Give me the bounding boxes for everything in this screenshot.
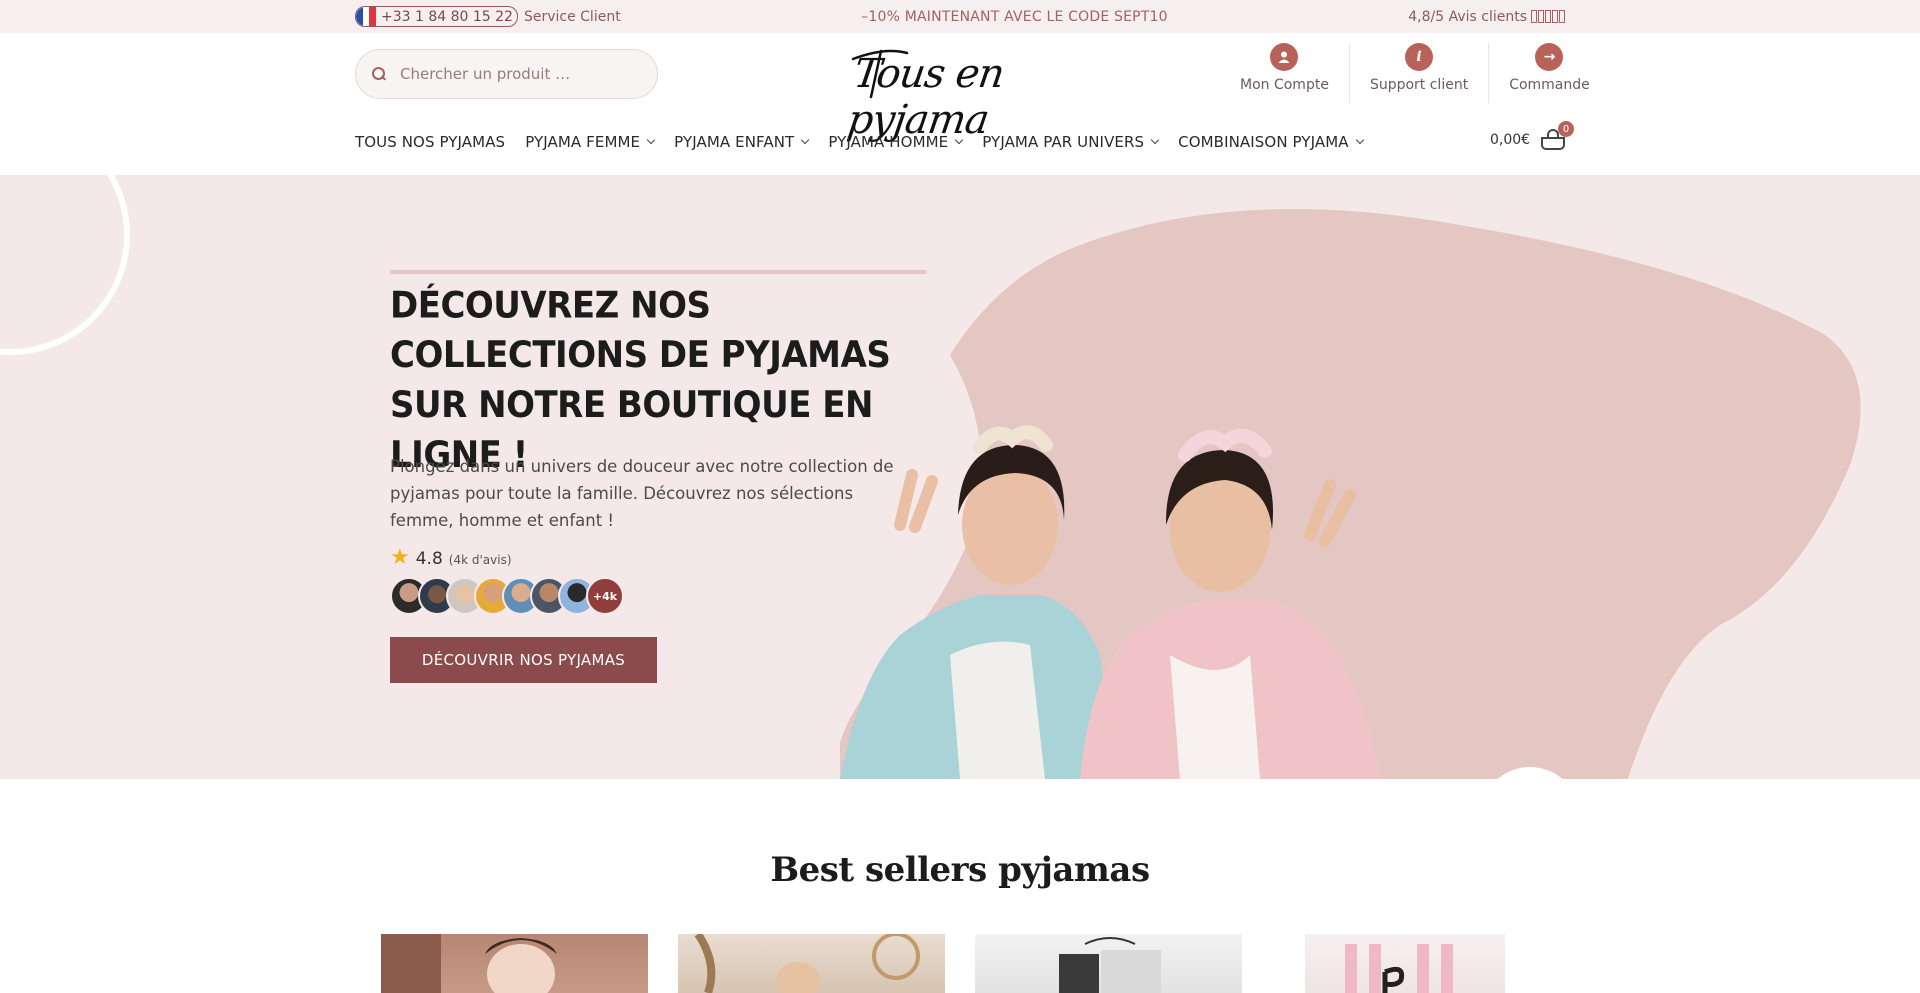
product-photo-image [1059,937,1161,993]
search-input[interactable] [400,65,640,83]
cart-button[interactable]: 0,00€ 0 [1490,121,1575,151]
account-button[interactable]: Mon Compte [1220,43,1349,103]
cart-total: 0,00€ [1490,132,1531,148]
avatars-more-badge: +4k [586,577,624,615]
nav-label: PYJAMA ENFANT [674,133,795,151]
hero-section: DÉCOUVREZ NOS COLLECTIONS DE PYJAMAS SUR… [0,175,1920,779]
support-label: Support client [1369,77,1469,93]
chevron-down-icon [801,135,810,145]
nav-label: PYJAMA PAR UNIVERS [982,133,1145,151]
chevron-down-icon [1355,135,1364,145]
nav-item-pyjama-enfant[interactable]: PYJAMA ENFANT [674,133,810,151]
phone-link[interactable]: +33 1 84 80 15 22 [355,6,518,27]
order-label: Commande [1509,77,1590,93]
reviewer-avatars: +4k [390,577,624,615]
search-icon[interactable] [372,67,386,81]
nav-item-combinaison-pyjama[interactable]: COMBINAISON PYJAMA [1178,133,1364,151]
contact-info: +33 1 84 80 15 22 Service Client [355,6,621,27]
product-card-image[interactable] [381,934,648,993]
product-card-image[interactable] [1305,934,1505,993]
account-links: Mon Compte i Support client → Commande [1220,43,1610,103]
hero-description: Plongez dans un univers de douceur avec … [390,457,894,530]
support-button[interactable]: i Support client [1348,43,1488,103]
discover-pyjamas-button[interactable]: DÉCOUVRIR NOS PYJAMAS [390,637,657,683]
main-nav: TOUS NOS PYJAMAS PYJAMA FEMME PYJAMA ENF… [355,133,1383,151]
nav-label: COMBINAISON PYJAMA [1178,133,1349,151]
site-header: Tous en pyjama Mon Compte i Support clie… [0,33,1920,175]
hero-rating: ★ 4.8 (4k d'avis) [390,545,512,570]
service-client-label: Service Client [523,8,621,25]
decorative-ring [0,175,130,355]
nav-label: PYJAMA FEMME [525,133,641,151]
top-bar: +33 1 84 80 15 22 Service Client –10% MA… [0,0,1920,33]
site-logo[interactable]: Tous en pyjama [845,41,1075,143]
nav-label: PYJAMA HOMME [828,133,949,151]
account-label: Mon Compte [1240,77,1329,93]
star-icon: ★ [390,545,410,570]
basket-icon: 0 [1540,121,1575,151]
order-button[interactable]: → Commande [1488,43,1610,103]
info-icon: i [1405,43,1434,71]
best-sellers-title: Best sellers pyjamas [770,850,1150,890]
promo-banner: –10% MAINTENANT AVEC LE CODE SEPT10 [861,8,1168,25]
chevron-down-icon [646,135,656,145]
rating-value: 4.8 [415,549,443,569]
nav-item-pyjama-par-univers[interactable]: PYJAMA PAR UNIVERS [982,133,1160,151]
nav-label: TOUS NOS PYJAMAS [355,133,506,151]
product-card-image[interactable] [975,934,1242,993]
chevron-down-icon [954,135,964,145]
product-photo-image [1345,944,1453,993]
nav-item-pyjama-homme[interactable]: PYJAMA HOMME [828,133,964,151]
france-flag-icon [356,7,376,26]
product-photo-image [694,934,920,993]
rating-count: (4k d'avis) [448,553,512,567]
nav-item-pyjama-femme[interactable]: PYJAMA FEMME [525,133,656,151]
chevron-down-icon [1150,135,1160,145]
reviews-label: 4,8/5 Avis clients [1408,8,1527,25]
phone-number: +33 1 84 80 15 22 [381,8,513,25]
cart-count-badge: 0 [1558,121,1575,137]
search-bar[interactable] [355,49,658,99]
nav-item-tous-nos-pyjamas[interactable]: TOUS NOS PYJAMAS [355,133,505,151]
hero-divider [390,270,926,274]
review-stars-icon [1531,10,1565,23]
logo-text: Tous en pyjama [844,51,1007,143]
arrow-right-icon: → [1535,43,1564,71]
reviews-summary[interactable]: 4,8/5 Avis clients [1408,9,1565,25]
product-photo-image [381,934,557,993]
hero-title: DÉCOUVREZ NOS COLLECTIONS DE PYJAMAS SUR… [390,284,891,477]
user-icon [1270,43,1299,71]
product-card-image[interactable] [678,934,945,993]
